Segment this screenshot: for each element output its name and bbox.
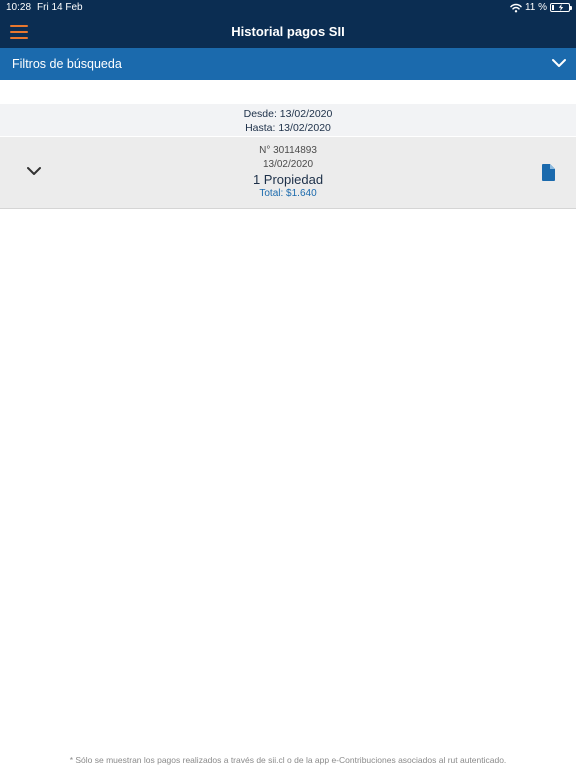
payment-number: N° 30114893 bbox=[259, 145, 317, 156]
date-from: Desde: 13/02/2020 bbox=[243, 108, 333, 120]
payment-date: 13/02/2020 bbox=[262, 159, 314, 170]
status-date: Fri 14 Feb bbox=[37, 2, 83, 13]
top-bar: 10:28 Fri 14 Feb 11 % Historial pagos SI… bbox=[0, 0, 576, 48]
date-to: Hasta: 13/02/2020 bbox=[245, 122, 331, 134]
payment-row[interactable]: N° 30114893 13/02/2020 1 Propiedad Total… bbox=[0, 137, 576, 209]
footnote: * Sólo se muestran los pagos realizados … bbox=[69, 755, 507, 765]
battery-charging-icon bbox=[550, 3, 572, 12]
document-icon[interactable] bbox=[542, 164, 555, 181]
date-range: Desde: 13/02/2020 Hasta: 13/02/2020 bbox=[0, 104, 576, 136]
page-title: Historial pagos SII bbox=[231, 24, 345, 39]
battery-level bbox=[552, 5, 554, 10]
search-filters-toggle[interactable]: Filtros de búsqueda bbox=[0, 48, 576, 80]
status-time: 10:28 bbox=[6, 2, 32, 13]
payment-info: N° 30114893 13/02/2020 1 Propiedad Total… bbox=[0, 144, 576, 200]
payment-total: Total: $1.640 bbox=[259, 188, 317, 199]
status-indicators: 11 % bbox=[510, 1, 572, 14]
battery-percent: 11 % bbox=[524, 2, 547, 13]
bolt-icon bbox=[558, 4, 564, 11]
payment-description: 1 Propiedad bbox=[252, 172, 324, 187]
filters-label: Filtros de búsqueda bbox=[12, 57, 122, 71]
chevron-down-icon bbox=[552, 59, 566, 67]
wifi-icon bbox=[510, 3, 522, 12]
